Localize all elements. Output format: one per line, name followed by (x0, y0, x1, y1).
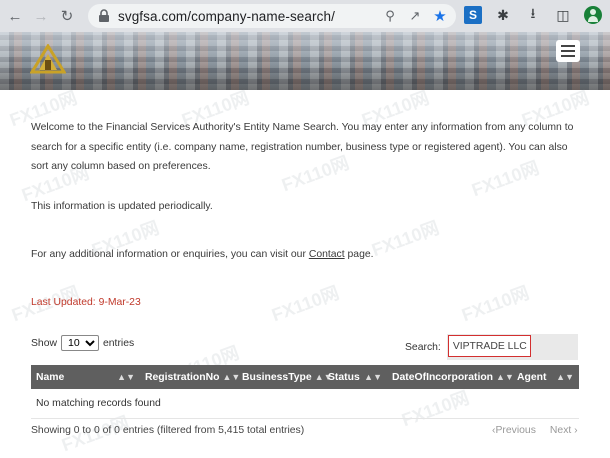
update-note: This information is updated periodically… (31, 201, 213, 212)
url-text: svgfsa.com/company-name-search/ (118, 8, 335, 24)
address-bar[interactable]: svgfsa.com/company-name-search/ ⚲ ↗ ★ (88, 4, 456, 28)
column-header-status[interactable]: Status ▲▼ (323, 365, 387, 389)
sort-arrows-icon: ▲▼ (364, 372, 382, 382)
page-length-control: Show 10 entries (31, 335, 134, 351)
contact-paragraph: For any additional information or enquir… (31, 249, 374, 260)
column-header-registrationno[interactable]: RegistrationNo ▲▼ (140, 365, 240, 389)
contact-link[interactable]: Contact (309, 249, 345, 260)
profile-avatar-icon[interactable] (584, 6, 602, 24)
back-arrow-icon[interactable]: ← (4, 5, 26, 27)
empty-table-message: No matching records found (31, 389, 579, 419)
table-search: Search: (405, 334, 578, 360)
search-label: Search: (405, 341, 441, 353)
entries-per-page-select[interactable]: 10 (61, 335, 99, 351)
search-input[interactable] (447, 335, 531, 357)
extensions-puzzle-icon[interactable]: ✱ (494, 6, 512, 24)
forward-arrow-icon[interactable]: → (30, 5, 52, 27)
column-header-agent[interactable]: Agent ▲▼ (512, 365, 579, 389)
entries-label: entries (103, 337, 135, 349)
fsa-logo-icon[interactable] (30, 44, 66, 74)
intro-paragraph: Welcome to the Financial Services Author… (31, 122, 574, 172)
column-header-dateofincorporation[interactable]: DateOfIncorporation ▲▼ (387, 365, 514, 389)
table-info: Showing 0 to 0 of 0 entries (filtered fr… (31, 425, 305, 436)
pagination: ‹Previous Next › (492, 425, 578, 436)
last-updated-label: Last Updated: 9-Mar-23 (31, 297, 141, 308)
watermark: FX110网 (269, 282, 342, 326)
sort-arrows-icon: ▲▼ (556, 372, 574, 382)
show-label: Show (31, 337, 57, 349)
header-banner (0, 32, 610, 90)
reload-icon[interactable]: ↻ (56, 5, 78, 27)
watermark: FX110网 (459, 282, 532, 326)
chevron-right-icon: › (574, 425, 578, 436)
share-icon[interactable]: ↗ (407, 8, 423, 24)
watermark: FX110网 (369, 217, 442, 261)
hamburger-menu-button[interactable] (556, 40, 580, 62)
lock-icon (99, 9, 109, 22)
menu-line (561, 45, 575, 47)
sort-arrows-icon: ▲▼ (117, 372, 135, 382)
search-icon[interactable]: ⚲ (382, 8, 398, 24)
download-icon[interactable]: ⭳ (524, 5, 542, 24)
search-box-container (446, 334, 578, 360)
column-header-businesstype[interactable]: BusinessType ▲▼ (237, 365, 333, 389)
previous-page-button[interactable]: ‹Previous (492, 425, 536, 436)
extension-s-icon[interactable]: S (464, 6, 482, 24)
browser-toolbar: ← → ↻ svgfsa.com/company-name-search/ ⚲ … (0, 0, 610, 32)
table-header: Name ▲▼ RegistrationNo ▲▼ BusinessType ▲▼ S… (31, 365, 579, 389)
bookmark-star-icon[interactable]: ★ (432, 7, 448, 25)
entity-table: Name ▲▼ RegistrationNo ▲▼ BusinessType ▲▼ S… (31, 365, 579, 419)
column-header-name[interactable]: Name ▲▼ (31, 365, 140, 389)
next-page-button[interactable]: Next › (550, 425, 578, 436)
side-panel-icon[interactable]: ◫ (554, 6, 572, 24)
